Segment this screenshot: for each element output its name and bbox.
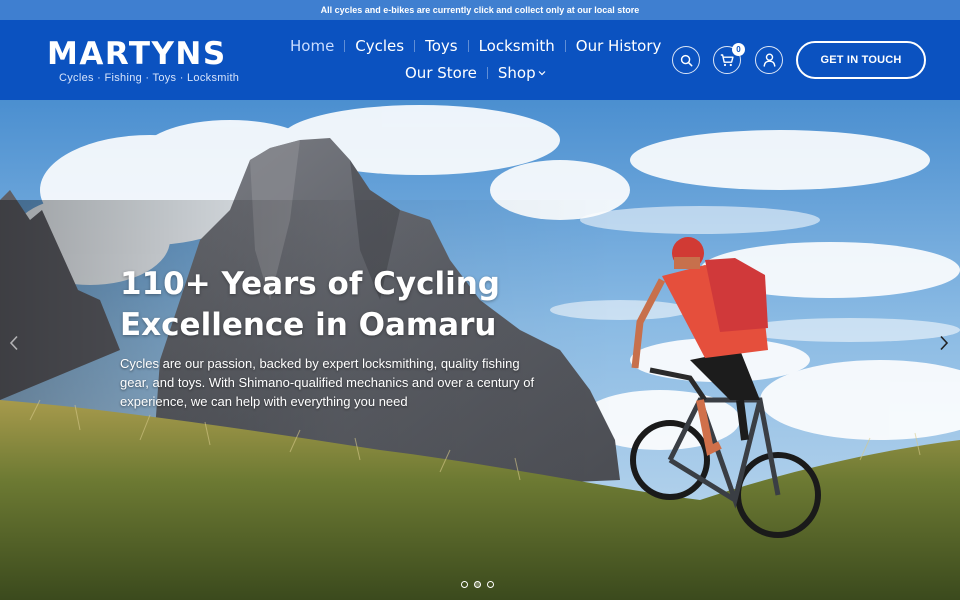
nav-home[interactable]: Home <box>280 35 344 57</box>
main-nav-row-2: Our Store Shop <box>395 62 556 84</box>
chevron-down-icon <box>538 71 546 76</box>
hero-background-image <box>0 100 960 600</box>
nav-shop-label: Shop <box>497 64 536 82</box>
slide-indicators <box>461 581 494 588</box>
account-button[interactable] <box>755 46 783 74</box>
hero-title-line-2: Excellence in Oamaru <box>120 307 497 343</box>
site-header: MARTYNS Cycles · Fishing · Toys · Locksm… <box>0 20 960 100</box>
next-slide-button[interactable] <box>936 332 952 354</box>
nav-locksmith[interactable]: Locksmith <box>469 35 565 57</box>
announcement-text: All cycles and e-bikes are currently cli… <box>320 5 640 15</box>
nav-cycles[interactable]: Cycles <box>345 35 414 57</box>
main-nav-row-1: Home Cycles Toys Locksmith Our History <box>280 35 671 57</box>
hero-subtitle: Cycles are our passion, backed by expert… <box>120 356 535 409</box>
hero-slider: 110+ Years of Cycling Excellence in Oama… <box>0 100 960 600</box>
user-icon <box>763 53 775 67</box>
nav-toys[interactable]: Toys <box>415 35 467 57</box>
prev-slide-button[interactable] <box>6 332 22 354</box>
slide-dot-3[interactable] <box>487 581 494 588</box>
get-in-touch-button[interactable]: GET IN TOUCH <box>796 41 926 79</box>
nav-shop[interactable]: Shop <box>488 62 556 84</box>
nav-our-store[interactable]: Our Store <box>395 62 487 84</box>
slide-dot-2[interactable] <box>474 581 481 588</box>
hero-title: 110+ Years of Cycling Excellence in Oama… <box>120 264 540 346</box>
nav-our-history[interactable]: Our History <box>566 35 672 57</box>
hero-title-line-1: 110+ Years of Cycling <box>120 266 500 302</box>
chevron-left-icon <box>9 335 18 351</box>
cart-icon <box>720 53 734 66</box>
announcement-bar: All cycles and e-bikes are currently cli… <box>0 0 960 20</box>
search-icon <box>680 54 692 66</box>
chevron-right-icon <box>940 335 949 351</box>
cart-count-badge: 0 <box>732 43 745 56</box>
slide-dot-1[interactable] <box>461 581 468 588</box>
brand-tagline: Cycles · Fishing · Toys · Locksmith <box>59 72 240 84</box>
cart-button[interactable]: 0 <box>713 43 745 74</box>
search-button[interactable] <box>672 46 700 74</box>
brand-logo[interactable]: MARTYNS Cycles · Fishing · Toys · Locksm… <box>47 38 257 86</box>
brand-name: MARTYNS <box>47 36 227 72</box>
